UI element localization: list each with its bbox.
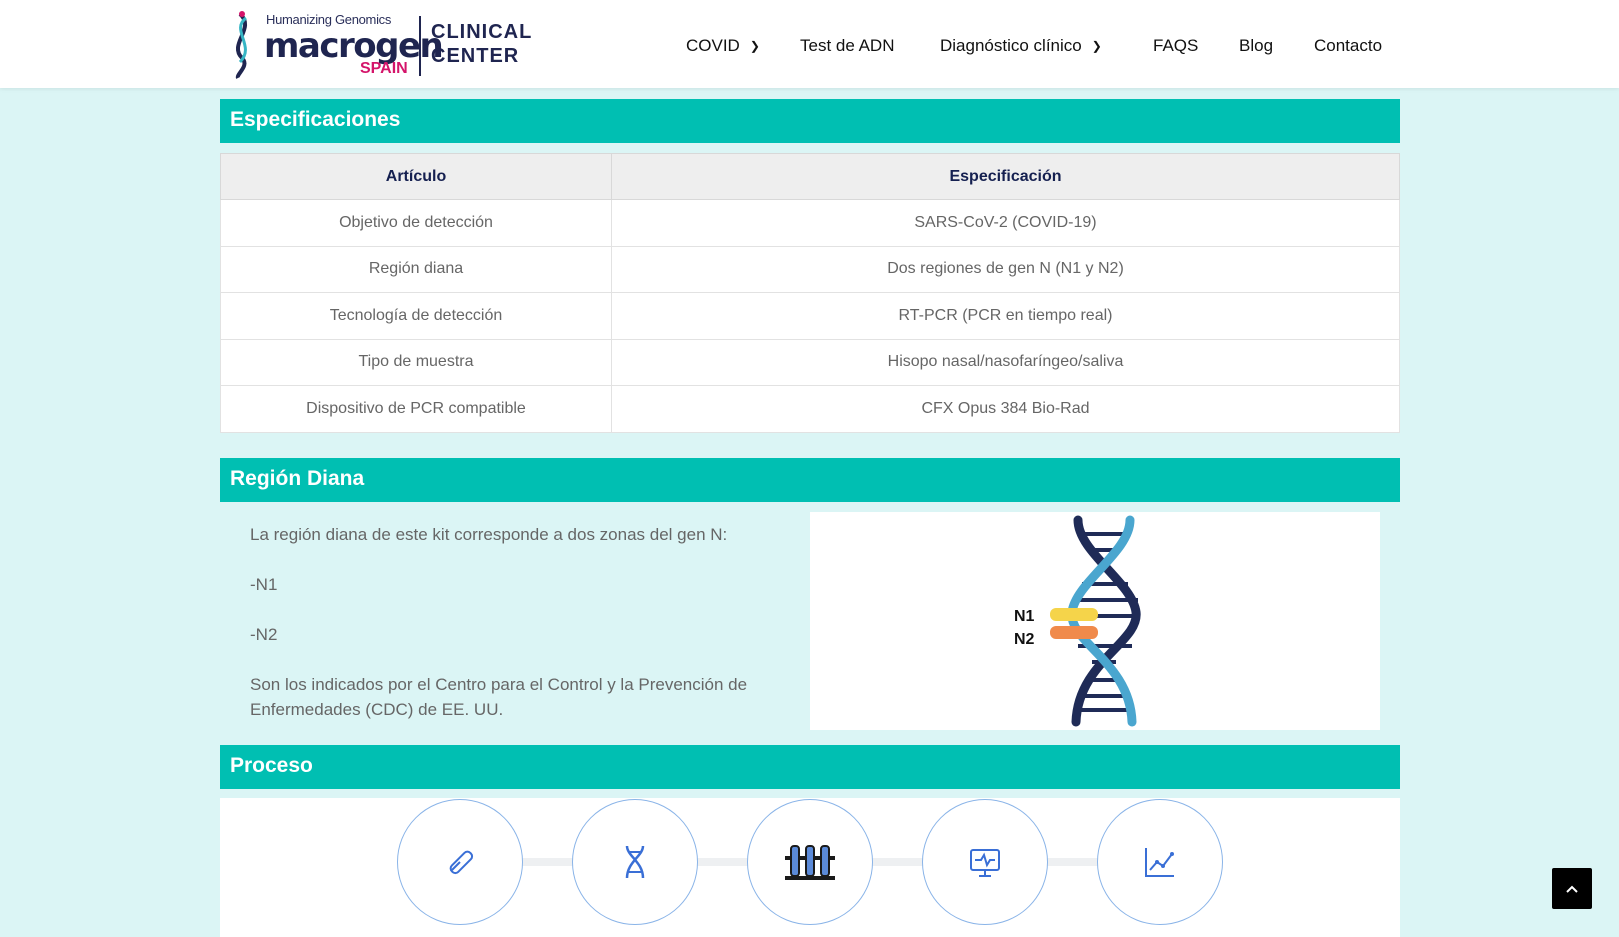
nav-item-contacto[interactable]: Contacto [1314, 36, 1382, 56]
nav-item-blog[interactable]: Blog [1239, 36, 1273, 56]
nav-item-diagnostico[interactable]: Diagnóstico clínico ❯ [940, 36, 1102, 56]
region-item-n1: -N1 [250, 575, 278, 594]
process-section-header: Proceso [220, 745, 1400, 789]
table-cell: RT-PCR (PCR en tiempo real) [611, 292, 1400, 340]
table-cell: SARS-CoV-2 (COVID-19) [611, 199, 1400, 247]
chevron-down-icon: ❯ [749, 39, 760, 53]
nav-item-label: Diagnóstico clínico [940, 36, 1082, 55]
table-cell: Tipo de muestra [220, 338, 612, 386]
process-steps [220, 798, 1400, 937]
nav-item-test-adn[interactable]: Test de ADN [800, 36, 895, 56]
dna-illustration: N1 N2 [810, 512, 1380, 730]
n1-band [1050, 608, 1098, 621]
logo-wordmark: macrogen [264, 26, 444, 66]
dna-helix-icon: N1 N2 [1014, 515, 1141, 727]
monitor-icon [970, 849, 1000, 877]
nav-item-label: Blog [1239, 36, 1274, 55]
process-step-1[interactable] [397, 799, 523, 925]
column-header: Artículo [220, 153, 612, 200]
process-step-2[interactable] [572, 799, 698, 925]
section-title: Región Diana [230, 467, 365, 490]
test-tubes-icon [785, 845, 835, 880]
nav-item-faqs[interactable]: FAQS [1153, 36, 1198, 56]
table-cell: CFX Opus 384 Bio-Rad [611, 385, 1400, 433]
table-row: Objetivo de detección SARS-CoV-2 (COVID-… [220, 199, 1400, 247]
region-intro: La región diana de este kit corresponde … [250, 525, 728, 544]
table-cell: Tecnología de detección [220, 292, 612, 340]
logo-tagline: Humanizing Genomics [266, 12, 392, 27]
table-row: Tipo de muestra Hisopo nasal/nasofarínge… [220, 338, 1400, 386]
region-item-n2: -N2 [250, 625, 278, 644]
dna-label-n2: N2 [1014, 631, 1035, 648]
section-title: Proceso [230, 754, 313, 777]
scroll-to-top-button[interactable] [1552, 868, 1592, 909]
dna-icon [625, 845, 645, 879]
section-title: Especificaciones [230, 108, 401, 131]
logo-country: SPAIN [360, 60, 408, 77]
table-row: Tecnología de detección RT-PCR (PCR en t… [220, 292, 1400, 340]
nav-item-label: Test de ADN [800, 36, 895, 55]
nav-item-label: FAQS [1153, 36, 1199, 55]
dna-label-n1: N1 [1014, 608, 1035, 625]
table-row: Región diana Dos regiones de gen N (N1 y… [220, 245, 1400, 293]
table-cell: Dispositivo de PCR compatible [220, 385, 612, 433]
specs-table: Artículo Especificación Objetivo de dete… [220, 153, 1400, 433]
logo-divider [419, 16, 421, 76]
region-section-header: Región Diana [220, 458, 1400, 502]
nav-item-covid[interactable]: COVID ❯ [686, 36, 760, 56]
column-header: Especificación [611, 153, 1400, 200]
swab-icon [449, 850, 474, 875]
table-row: Dispositivo de PCR compatible CFX Opus 3… [220, 385, 1400, 433]
logo-clinical-line2: CENTER [431, 45, 520, 67]
logo-clinical-center: CLINICAL CENTER [431, 20, 532, 68]
region-description: La región diana de este kit corresponde … [250, 522, 790, 747]
table-cell: Región diana [220, 245, 612, 293]
chevron-up-icon [1566, 885, 1578, 893]
chart-icon [1145, 848, 1174, 877]
process-step-3[interactable] [747, 799, 873, 925]
process-step-5[interactable] [1097, 799, 1223, 925]
table-cell: Hisopo nasal/nasofaríngeo/saliva [611, 338, 1400, 386]
process-step-4[interactable] [922, 799, 1048, 925]
nav-item-label: COVID [686, 36, 740, 55]
logo-helix-icon [235, 11, 248, 79]
region-note: Son los indicados por el Centro para el … [250, 675, 748, 719]
table-header-row: Artículo Especificación [220, 153, 1400, 200]
site-header: Humanizing Genomics macrogen SPAIN CLINI… [0, 0, 1619, 88]
table-cell: Dos regiones de gen N (N1 y N2) [611, 245, 1400, 293]
chevron-down-icon: ❯ [1091, 39, 1102, 53]
specs-section-header: Especificaciones [220, 99, 1400, 143]
n2-band [1050, 626, 1098, 639]
macrogen-logo[interactable]: Humanizing Genomics macrogen SPAIN CLINI… [226, 8, 531, 80]
nav-item-label: Contacto [1314, 36, 1383, 55]
table-cell: Objetivo de detección [220, 199, 612, 247]
logo-clinical-line1: CLINICAL [431, 21, 533, 43]
